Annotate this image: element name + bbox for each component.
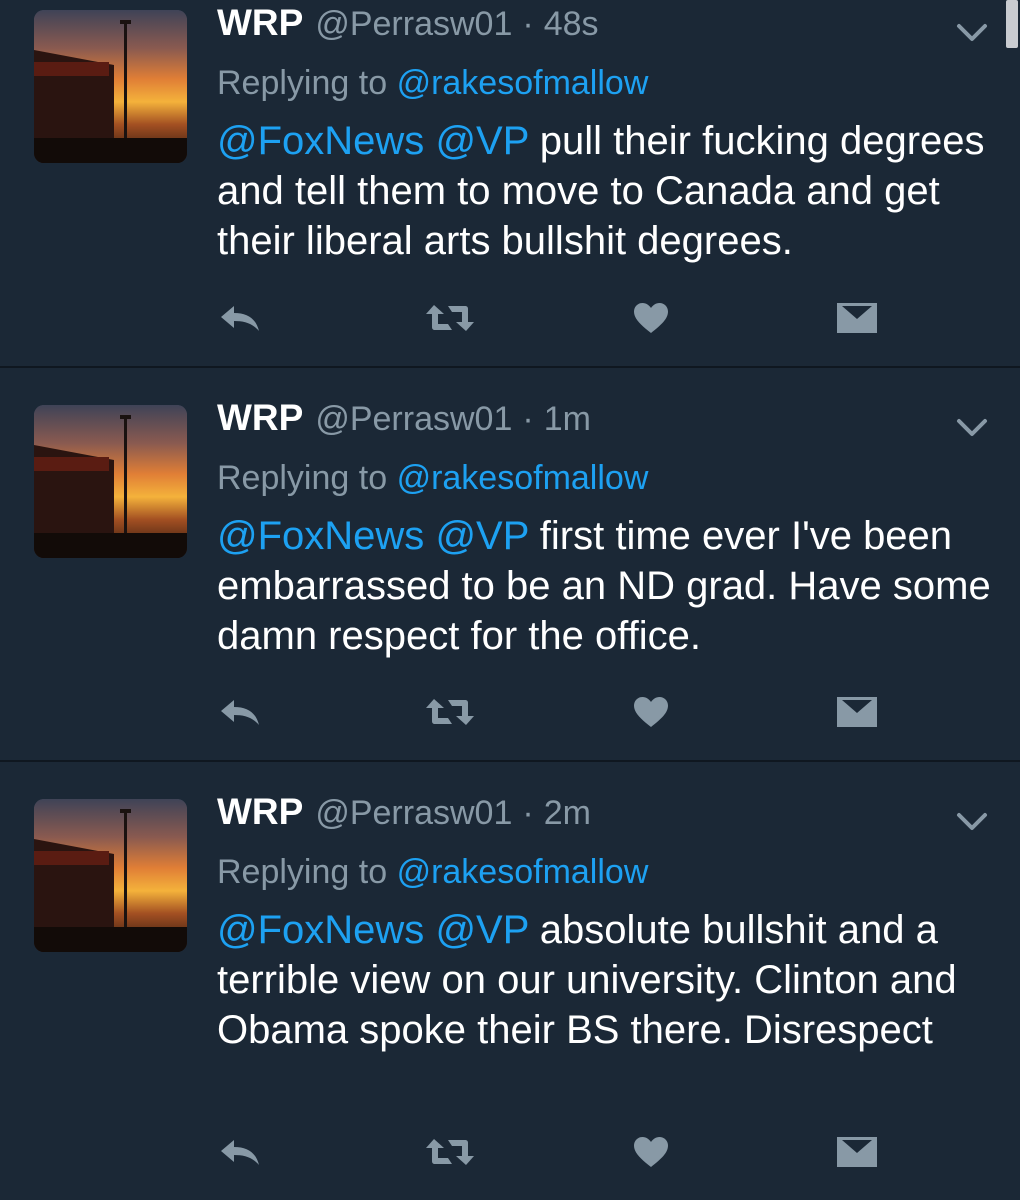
tweet[interactable]: WRP @Perrasw01 · 48s Replying to @rakeso… (0, 0, 1020, 366)
separator-dot: · (522, 5, 534, 43)
action-bar (0, 296, 1020, 340)
replying-to-link[interactable]: @rakesofmallow (397, 853, 649, 891)
chevron-down-icon[interactable] (956, 22, 988, 44)
stadium-sunset-image (34, 405, 187, 558)
tweet[interactable]: WRP @Perrasw01 · 2m Replying to @rakesof… (0, 762, 1020, 1200)
chevron-down-icon[interactable] (956, 417, 988, 439)
user-handle[interactable]: @Perrasw01 (315, 400, 512, 439)
mention-link[interactable]: @VP (435, 908, 528, 952)
timestamp[interactable]: 48s (544, 5, 599, 44)
like-button[interactable] (630, 1130, 672, 1174)
user-handle[interactable]: @Perrasw01 (315, 794, 512, 833)
avatar[interactable] (34, 799, 187, 952)
display-name[interactable]: WRP (217, 397, 303, 439)
tweet-text: @FoxNews @VP absolute bullshit and a ter… (217, 905, 997, 1055)
direct-message-button[interactable] (834, 1130, 880, 1174)
mention-link[interactable]: @FoxNews (217, 514, 424, 558)
reply-button[interactable] (214, 690, 266, 734)
replying-to-link[interactable]: @rakesofmallow (397, 64, 649, 102)
tweet[interactable]: WRP @Perrasw01 · 1m Replying to @rakesof… (0, 368, 1020, 760)
replying-to-label: Replying to (217, 459, 388, 497)
retweet-icon (426, 1139, 474, 1165)
reply-arrow-icon (221, 306, 259, 331)
tweet-feed: WRP @Perrasw01 · 48s Replying to @rakeso… (0, 0, 1020, 1200)
action-bar (0, 1130, 1020, 1174)
retweet-icon (426, 305, 474, 331)
tweet-header: WRP @Perrasw01 · 48s (217, 2, 599, 58)
mention-link[interactable]: @FoxNews (217, 908, 424, 952)
direct-message-button[interactable] (834, 296, 880, 340)
tweet-text: @FoxNews @VP first time ever I've been e… (217, 511, 997, 661)
envelope-icon (837, 697, 877, 727)
reply-button[interactable] (214, 296, 266, 340)
replying-to-link[interactable]: @rakesofmallow (397, 459, 649, 497)
display-name[interactable]: WRP (217, 791, 303, 833)
replying-to-line: Replying to @rakesofmallow (217, 64, 648, 103)
mention-link[interactable]: @FoxNews (217, 119, 424, 163)
tweet-text: @FoxNews @VP pull their fucking degrees … (217, 116, 997, 266)
heart-icon (634, 697, 668, 727)
reply-arrow-icon (221, 700, 259, 725)
heart-icon (634, 1137, 668, 1167)
tweet-header: WRP @Perrasw01 · 2m (217, 791, 591, 847)
timestamp[interactable]: 1m (544, 400, 591, 439)
display-name[interactable]: WRP (217, 2, 303, 44)
heart-icon (634, 303, 668, 333)
avatar[interactable] (34, 10, 187, 163)
separator-dot: · (522, 400, 534, 438)
direct-message-button[interactable] (834, 690, 880, 734)
replying-to-label: Replying to (217, 64, 388, 102)
envelope-icon (837, 1137, 877, 1167)
avatar[interactable] (34, 405, 187, 558)
mention-link[interactable]: @VP (435, 119, 528, 163)
chevron-down-icon[interactable] (956, 811, 988, 833)
replying-to-label: Replying to (217, 853, 388, 891)
reply-button[interactable] (214, 1130, 266, 1174)
retweet-icon (426, 699, 474, 725)
like-button[interactable] (630, 690, 672, 734)
mention-link[interactable]: @VP (435, 514, 528, 558)
stadium-sunset-image (34, 10, 187, 163)
retweet-button[interactable] (422, 296, 478, 340)
action-bar (0, 690, 1020, 734)
tweet-header: WRP @Perrasw01 · 1m (217, 397, 591, 453)
separator-dot: · (522, 794, 534, 832)
replying-to-line: Replying to @rakesofmallow (217, 853, 648, 892)
user-handle[interactable]: @Perrasw01 (315, 5, 512, 44)
reply-arrow-icon (221, 1140, 259, 1165)
scrollbar[interactable] (1006, 0, 1018, 48)
envelope-icon (837, 303, 877, 333)
retweet-button[interactable] (422, 690, 478, 734)
stadium-sunset-image (34, 799, 187, 952)
like-button[interactable] (630, 296, 672, 340)
retweet-button[interactable] (422, 1130, 478, 1174)
timestamp[interactable]: 2m (544, 794, 591, 833)
replying-to-line: Replying to @rakesofmallow (217, 459, 648, 498)
